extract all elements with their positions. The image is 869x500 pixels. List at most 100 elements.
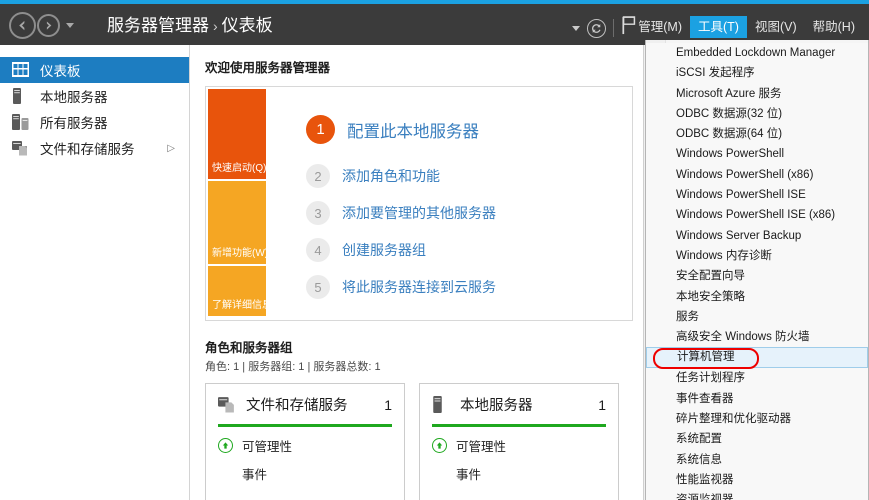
tools-menu-item[interactable]: 服务 [646, 307, 868, 327]
menu-item-help[interactable]: 帮助(H) [805, 16, 863, 38]
sidebar-item-all-servers[interactable]: 所有服务器 [0, 109, 189, 135]
tools-menu-item-label: 碎片整理和优化驱动器 [676, 413, 791, 425]
card-row-manageability[interactable]: 可管理性 [432, 436, 606, 455]
tools-menu-item-label: 性能监视器 [676, 474, 734, 486]
sidebar-item-dashboard[interactable]: 仪表板 [0, 57, 189, 83]
tools-menu-item-label: Windows 内存诊断 [676, 250, 772, 262]
tools-menu-item[interactable]: iSCSI 发起程序 [646, 63, 868, 83]
breadcrumb: 服务器管理器›仪表板 [107, 13, 273, 39]
step-label[interactable]: 创建服务器组 [342, 240, 426, 260]
tools-menu-item[interactable]: 性能监视器 [646, 470, 868, 490]
tools-menu-list: Embedded Lockdown Manager iSCSI 发起程序 Micro… [646, 43, 868, 500]
tools-menu-item[interactable]: 高级安全 Windows 防火墙 [646, 327, 868, 347]
tools-menu-item-label: Windows Server Backup [676, 230, 801, 242]
status-ok-icon [432, 438, 447, 453]
refresh-icon[interactable] [587, 19, 606, 38]
tools-menu-item[interactable]: Windows 内存诊断 [646, 246, 868, 266]
sidebar-item-label: 本地服务器 [40, 86, 108, 106]
tools-menu-item[interactable]: 系统配置 [646, 429, 868, 449]
card-row-manageability[interactable]: 可管理性 [218, 436, 392, 455]
menu-item-view[interactable]: 视图(V) [747, 16, 805, 38]
menu-item-manage[interactable]: 管理(M) [630, 16, 690, 38]
titlebar-tools [572, 16, 637, 40]
breadcrumb-separator: › [213, 18, 218, 34]
roles-section-title: 角色和服务器组 [191, 321, 643, 358]
tools-menu-item[interactable]: 事件查看器 [646, 389, 868, 409]
tools-menu-item-label: Windows PowerShell ISE [676, 189, 806, 201]
menu-item-tools[interactable]: 工具(T) [690, 16, 747, 38]
card-row-label: 事件 [456, 464, 481, 483]
card-status-bar [218, 424, 392, 427]
tools-menu-item-label: iSCSI 发起程序 [676, 67, 755, 79]
tools-menu-item-label: ODBC 数据源(64 位) [676, 128, 782, 140]
titlebar-caret-icon[interactable] [572, 26, 580, 31]
quick-start-tiles: 快速启动(Q) 新增功能(W) 了解详细信息(L) [206, 87, 268, 320]
tools-menu-item[interactable]: Windows PowerShell (x86) [646, 165, 868, 185]
tools-menu-item[interactable]: ODBC 数据源(64 位) [646, 124, 868, 144]
tools-menu-item[interactable]: 安全配置向导 [646, 266, 868, 286]
role-card-file-and-storage-services[interactable]: 文件和存储服务 1 可管理性 事件 [205, 383, 405, 500]
history-dropdown-caret-icon[interactable] [66, 23, 74, 28]
tools-menu-item[interactable]: Windows PowerShell ISE (x86) [646, 205, 868, 225]
breadcrumb-root[interactable]: 服务器管理器 [107, 16, 209, 35]
card-count: 1 [384, 397, 392, 413]
breadcrumb-current: 仪表板 [222, 16, 273, 35]
step-label[interactable]: 添加要管理的其他服务器 [342, 203, 496, 223]
step-connect-to-cloud-services[interactable]: 5 将此服务器连接到云服务 [306, 275, 632, 299]
tools-menu-item[interactable]: ODBC 数据源(32 位) [646, 104, 868, 124]
tile-whats-new[interactable]: 新增功能(W) [208, 181, 266, 264]
card-row-events[interactable]: 事件 [432, 464, 606, 483]
step-number: 5 [306, 275, 330, 299]
tools-menu-item-label: Microsoft Azure 服务 [676, 88, 781, 100]
tools-dropdown-menu: Embedded Lockdown Manager iSCSI 发起程序 Micro… [645, 40, 869, 500]
tile-label: 了解详细信息(L) [212, 296, 284, 311]
tile-learn-more[interactable]: 了解详细信息(L) [208, 266, 266, 316]
tools-menu-item[interactable]: Microsoft Azure 服务 [646, 84, 868, 104]
tools-menu-item-label: 高级安全 Windows 防火墙 [676, 331, 810, 343]
tools-menu-item[interactable]: Windows PowerShell ISE [646, 185, 868, 205]
card-header: 本地服务器 1 [432, 394, 606, 415]
step-label[interactable]: 将此服务器连接到云服务 [342, 277, 496, 297]
tools-menu-item[interactable]: 资源监视器 [646, 490, 868, 500]
card-row-label: 事件 [242, 464, 267, 483]
tools-menu-item-label: Windows PowerShell [676, 148, 784, 160]
step-label[interactable]: 添加角色和功能 [342, 166, 440, 186]
tools-menu-item[interactable]: 计算机管理 [646, 347, 868, 368]
tools-menu-item-label: 资源监视器 [676, 494, 734, 500]
card-row-label: 可管理性 [456, 436, 506, 455]
role-card-local-server[interactable]: 本地服务器 1 可管理性 事件 [419, 383, 619, 500]
tools-menu-item-label: Windows PowerShell ISE (x86) [676, 209, 835, 221]
tools-menu-item-label: Embedded Lockdown Manager [676, 47, 835, 59]
sidebar-item-label: 所有服务器 [40, 112, 108, 132]
sidebar-item-file-and-storage-services[interactable]: 文件和存储服务 ▷ [0, 135, 189, 161]
status-ok-icon [218, 438, 233, 453]
step-create-server-group[interactable]: 4 创建服务器组 [306, 238, 632, 262]
card-count: 1 [598, 397, 606, 413]
file-storage-icon [12, 140, 30, 156]
titlebar-divider [613, 19, 614, 37]
tools-menu-item[interactable]: 系统信息 [646, 450, 868, 470]
tools-menu-item[interactable]: Windows Server Backup [646, 226, 868, 246]
chevron-right-icon[interactable]: ▷ [167, 143, 175, 154]
tools-menu-item[interactable]: 任务计划程序 [646, 368, 868, 388]
step-label[interactable]: 配置此本地服务器 [347, 118, 479, 142]
step-number: 1 [306, 115, 335, 144]
step-add-roles-and-features[interactable]: 2 添加角色和功能 [306, 164, 632, 188]
tools-menu-item[interactable]: Windows PowerShell [646, 144, 868, 164]
tools-menu-item[interactable]: Embedded Lockdown Manager [646, 43, 868, 63]
tile-label: 快速启动(Q) [212, 159, 266, 174]
back-arrow-icon[interactable] [9, 12, 36, 39]
forward-arrow-icon[interactable] [37, 14, 60, 37]
tools-menu-item[interactable]: 碎片整理和优化驱动器 [646, 409, 868, 429]
tile-quick-start[interactable]: 快速启动(Q) [208, 89, 266, 179]
tools-menu-item-label: 系统配置 [676, 433, 722, 445]
sidebar-item-label: 文件和存储服务 [40, 138, 135, 158]
sidebar-item-local-server[interactable]: 本地服务器 [0, 83, 189, 109]
card-status-bar [432, 424, 606, 427]
card-title: 本地服务器 [460, 394, 598, 415]
tools-menu-item[interactable]: 本地安全策略 [646, 287, 868, 307]
file-storage-icon [218, 396, 236, 414]
step-configure-local-server[interactable]: 1 配置此本地服务器 [306, 115, 632, 144]
step-add-other-servers[interactable]: 3 添加要管理的其他服务器 [306, 201, 632, 225]
card-row-events[interactable]: 事件 [218, 464, 392, 483]
